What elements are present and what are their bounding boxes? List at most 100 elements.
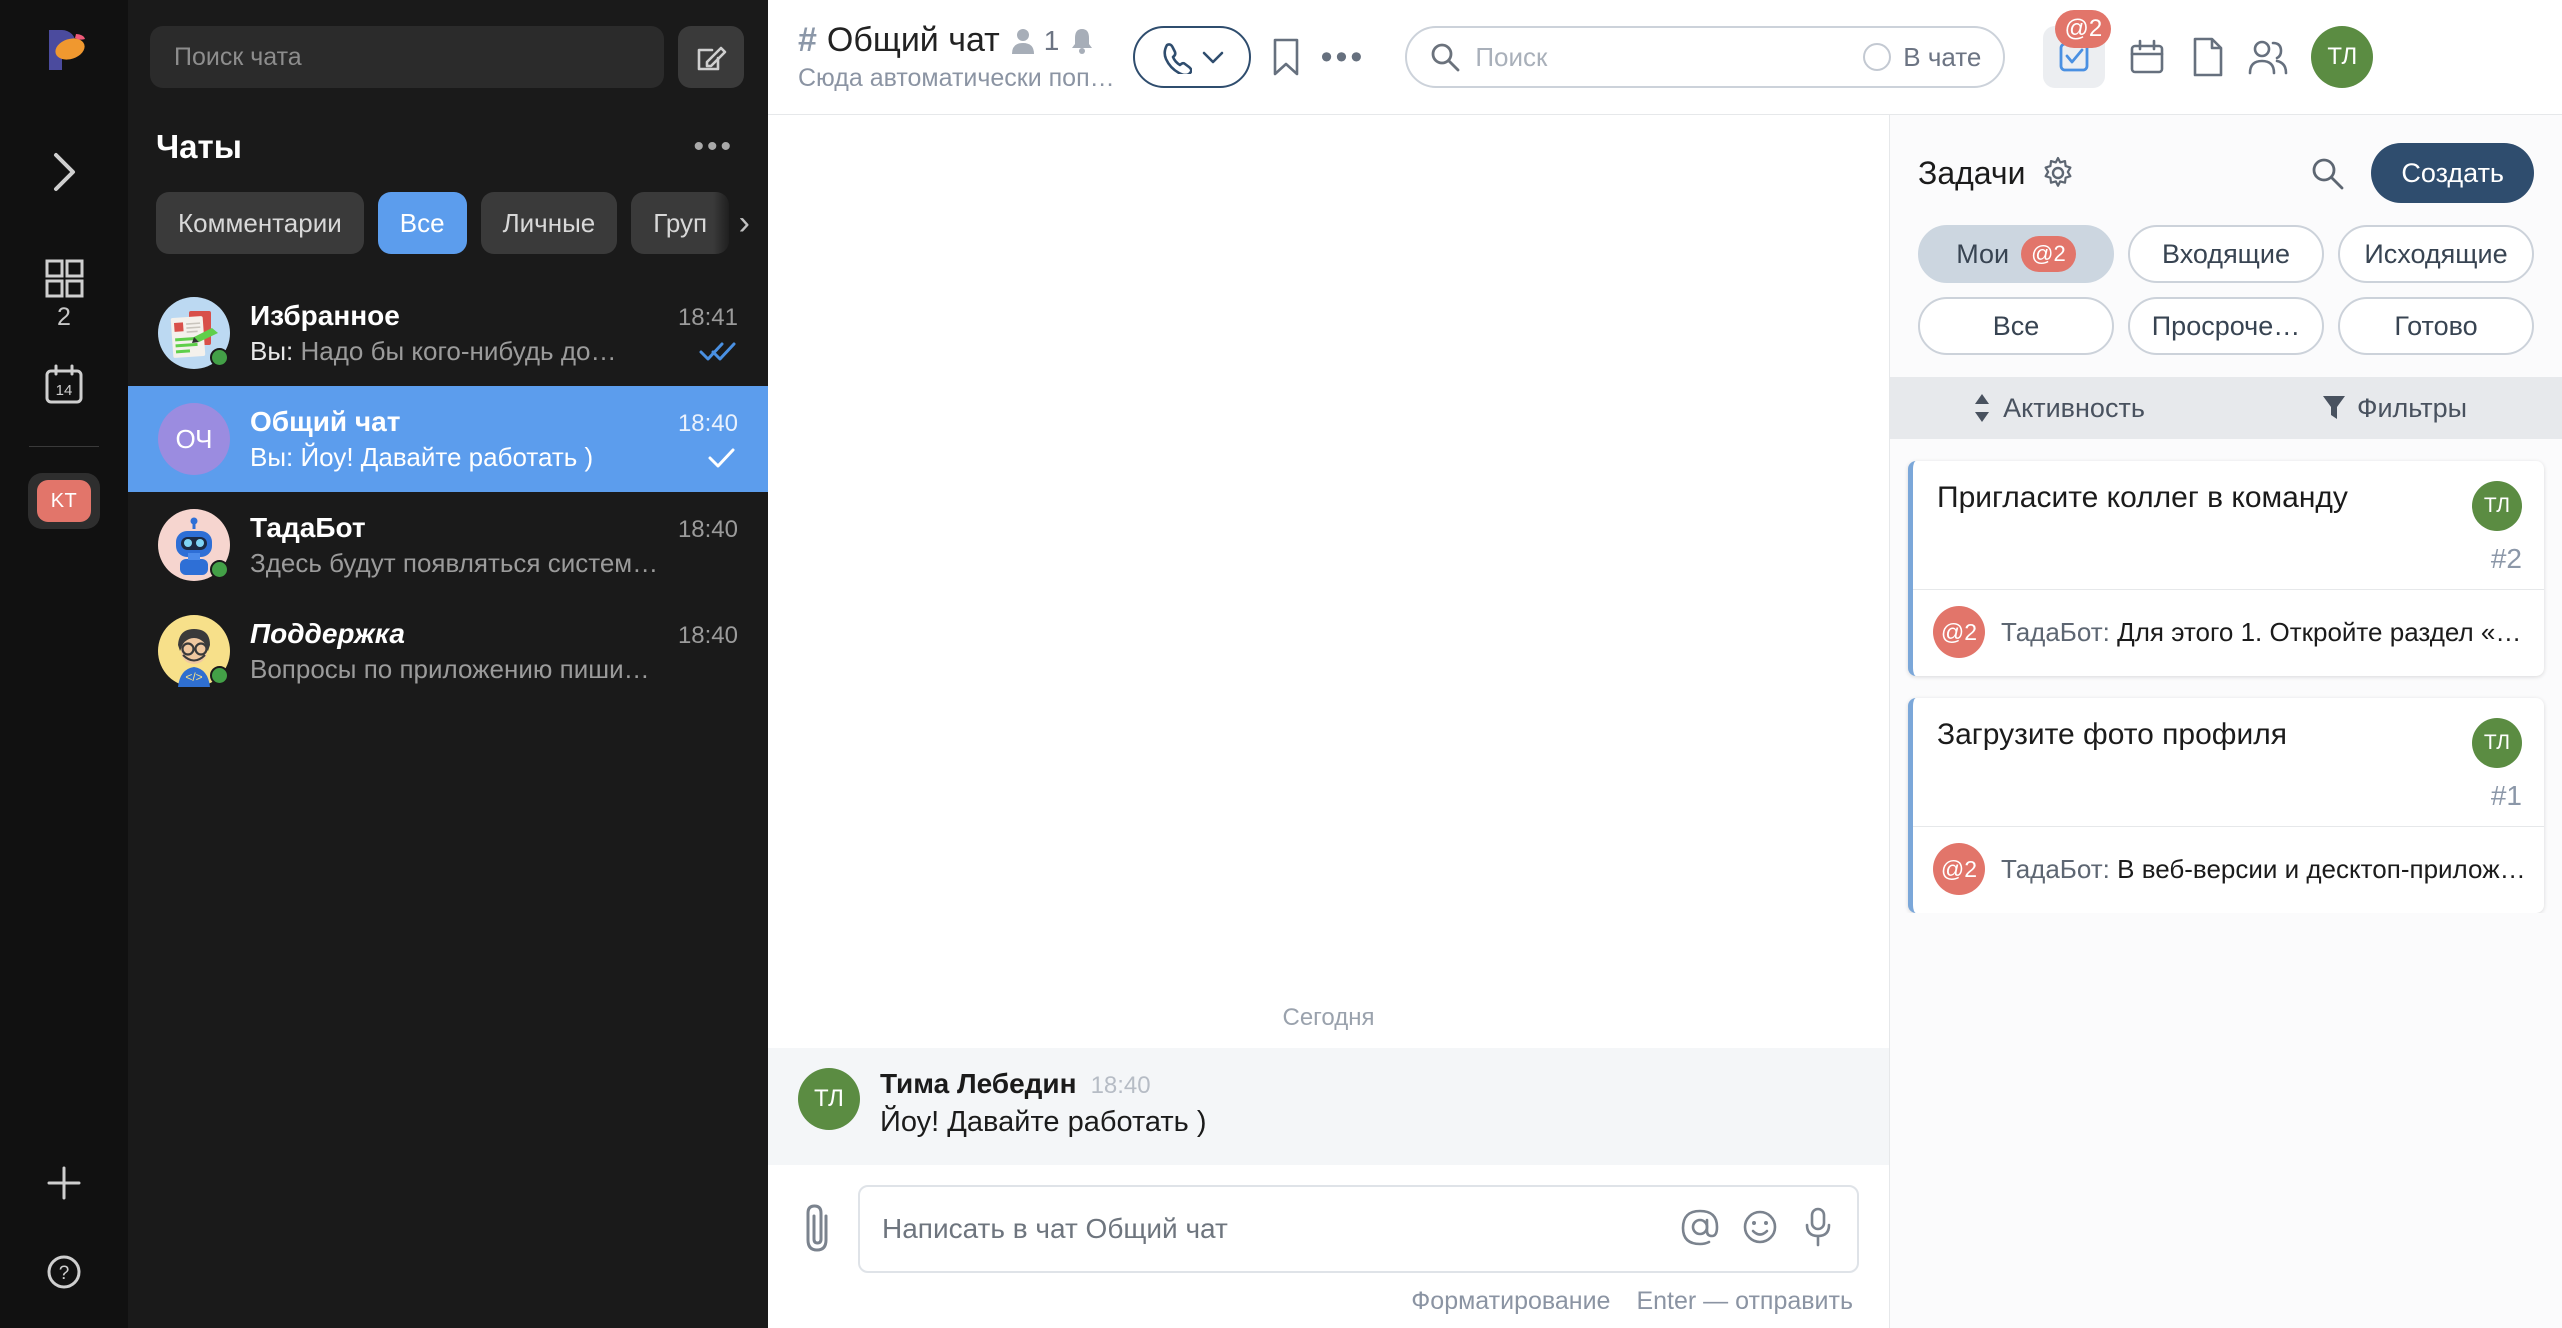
task-filter-mine-badge: @2: [2021, 236, 2076, 272]
topbar-more-icon[interactable]: •••: [1321, 40, 1366, 74]
search-icon: [1431, 43, 1460, 72]
task-filter-all[interactable]: Все: [1918, 297, 2114, 355]
chat-subtitle: Сюда автоматически поп…: [798, 64, 1115, 92]
message-text: Йоу! Давайте работать ): [880, 1106, 1207, 1138]
tasks-header: Задачи Создать: [1890, 115, 2562, 203]
avatar-initials: ОЧ: [175, 423, 213, 454]
chat-list-item[interactable]: ТадаБот 18:40 Здесь будут появляться сис…: [128, 492, 768, 598]
formatting-link[interactable]: Форматирование: [1411, 1287, 1610, 1316]
task-title: Пригласите коллег в команду: [1937, 481, 2348, 514]
svg-text:14: 14: [56, 382, 73, 399]
tasks-sort-button[interactable]: Активность: [1890, 392, 2226, 424]
online-dot: [210, 560, 229, 579]
contacts-icon[interactable]: [2247, 38, 2289, 76]
gear-icon[interactable]: [2041, 156, 2075, 190]
chat-preview-prefix: Вы:: [250, 441, 301, 472]
chat-filter-tabs: Комментарии Все Личные Груп ›: [128, 166, 768, 254]
compose-icon[interactable]: [678, 26, 744, 88]
in-chat-toggle[interactable]: В чате: [1863, 42, 1981, 73]
chat-filter-next-icon[interactable]: ›: [712, 192, 756, 254]
hash-icon: #: [798, 21, 817, 59]
rail-expand-button[interactable]: [36, 144, 92, 200]
message-row[interactable]: ТЛ Тима Лебедин 18:40 Йоу! Давайте работ…: [768, 1048, 1889, 1165]
task-card[interactable]: Загрузите фото профиля ТЛ #1 @2 ТадаБот:…: [1908, 698, 2544, 913]
message-input[interactable]: [882, 1213, 1657, 1245]
call-button[interactable]: [1132, 26, 1251, 88]
message-time: 18:40: [1090, 1072, 1151, 1099]
message-input-box[interactable]: [858, 1185, 1859, 1273]
chat-item-time: 18:41: [677, 303, 738, 331]
chat-item-body: Общий чат 18:40 Вы: Йоу! Давайте работат…: [250, 406, 738, 473]
mention-badge: @2: [2055, 10, 2112, 48]
rail-help-button[interactable]: ?: [43, 1251, 85, 1298]
chat-item-name: Общий чат: [250, 405, 401, 437]
chat-filter-comments[interactable]: Комментарии: [156, 192, 364, 254]
rail-item-apps[interactable]: 2: [29, 256, 99, 330]
mention-badge: @2: [1933, 606, 1985, 658]
app-logo-icon[interactable]: [36, 22, 92, 78]
tasks-panel: Задачи Создать Мои @2 Входящие Исходящие…: [1890, 115, 2562, 1328]
conversation-pane: Сегодня ТЛ Тима Лебедин 18:40 Йоу! Давай…: [768, 115, 1890, 1328]
task-filter-overdue[interactable]: Просроче…: [2128, 297, 2324, 355]
chat-filter-personal[interactable]: Личные: [480, 192, 618, 254]
task-last-message: ТадаБот: В веб-версии и десктоп-приложен…: [2001, 854, 2526, 885]
task-filter-done[interactable]: Готово: [2338, 297, 2534, 355]
member-count[interactable]: 1: [1010, 25, 1059, 57]
chat-list-item-selected[interactable]: ОЧ Общий чат 18:40 Вы: Йоу! Давайте рабо…: [128, 386, 768, 492]
tasks-search-icon[interactable]: [2309, 155, 2345, 191]
chat-item-name: ТадаБот: [250, 511, 366, 543]
message-search-input[interactable]: [1475, 41, 1850, 73]
chat-preview-text: Йоу! Давайте работать ): [300, 441, 594, 472]
microphone-icon[interactable]: [1801, 1206, 1835, 1253]
tasks-toggle-button[interactable]: @2: [2043, 10, 2112, 88]
task-filter-mine[interactable]: Мои @2: [1918, 225, 2114, 283]
chat-item-preview: Вы: Надо бы кого-нибудь до…: [250, 336, 616, 367]
chat-item-time: 18:40: [677, 515, 738, 543]
chat-item-name: Избранное: [250, 299, 400, 331]
rail-team-switcher[interactable]: KT: [28, 473, 100, 529]
task-filter-outgoing[interactable]: Исходящие: [2338, 225, 2534, 283]
create-task-button[interactable]: Создать: [2371, 143, 2534, 203]
mention-icon[interactable]: [1681, 1208, 1719, 1251]
message-author: Тима Лебедин: [880, 1068, 1077, 1099]
emoji-icon[interactable]: [1741, 1208, 1779, 1251]
task-message-author: ТадаБот:: [2001, 853, 2118, 884]
bell-icon[interactable]: [1069, 26, 1095, 56]
topbar-icons: @2 ТЛ: [2043, 10, 2374, 88]
chat-list-item[interactable]: Избранное 18:41 Вы: Надо бы кого-нибудь …: [128, 280, 768, 386]
team-initials: KT: [37, 480, 91, 522]
chat-item-time: 18:40: [677, 409, 738, 437]
rail-item-calendar[interactable]: 14: [29, 362, 99, 408]
chat-item-name: Поддержка: [250, 617, 405, 649]
avatar[interactable]: ТЛ: [2311, 26, 2374, 88]
calendar-icon[interactable]: [2127, 37, 2167, 77]
person-icon: [1011, 28, 1034, 54]
online-dot: [210, 348, 229, 367]
chat-list-item[interactable]: </> Поддержка 18:40 Вопросы по приложени…: [128, 598, 768, 704]
task-message-text: Для этого 1. Откройте раздел «Конта…: [2117, 616, 2526, 647]
task-card[interactable]: Пригласите коллег в команду ТЛ #2 @2 Тад…: [1908, 461, 2544, 676]
sidebar-more-icon[interactable]: •••: [693, 132, 734, 162]
tasks-filter-button[interactable]: Фильтры: [2226, 393, 2562, 424]
chat-item-time: 18:40: [677, 621, 738, 649]
message-search[interactable]: В чате: [1405, 26, 2006, 88]
bookmark-icon[interactable]: [1269, 36, 1303, 78]
chat-search-input[interactable]: [150, 26, 664, 88]
tasks-sort-label: Активность: [2003, 392, 2145, 423]
svg-text:?: ?: [59, 1263, 70, 1284]
single-check-icon: [704, 444, 738, 470]
rail-divider: [29, 446, 99, 447]
composer-area: Форматирование Enter — отправить: [768, 1165, 1889, 1328]
rail-add-button[interactable]: [43, 1162, 85, 1209]
task-filter-incoming[interactable]: Входящие: [2128, 225, 2324, 283]
tasks-filter-label: Фильтры: [2356, 392, 2468, 423]
content-area: Сегодня ТЛ Тима Лебедин 18:40 Йоу! Давай…: [768, 115, 2562, 1328]
chat-item-preview: Вопросы по приложению пиши…: [250, 653, 650, 684]
chat-item-preview: Здесь будут появляться систем…: [250, 547, 659, 578]
document-icon[interactable]: [2189, 36, 2225, 78]
attach-icon[interactable]: [798, 1202, 838, 1256]
sidebar-title: Чаты: [156, 128, 242, 165]
sidebar-header: Чаты •••: [128, 88, 768, 166]
chat-filter-all[interactable]: Все: [377, 192, 467, 254]
avatar: [158, 297, 230, 369]
